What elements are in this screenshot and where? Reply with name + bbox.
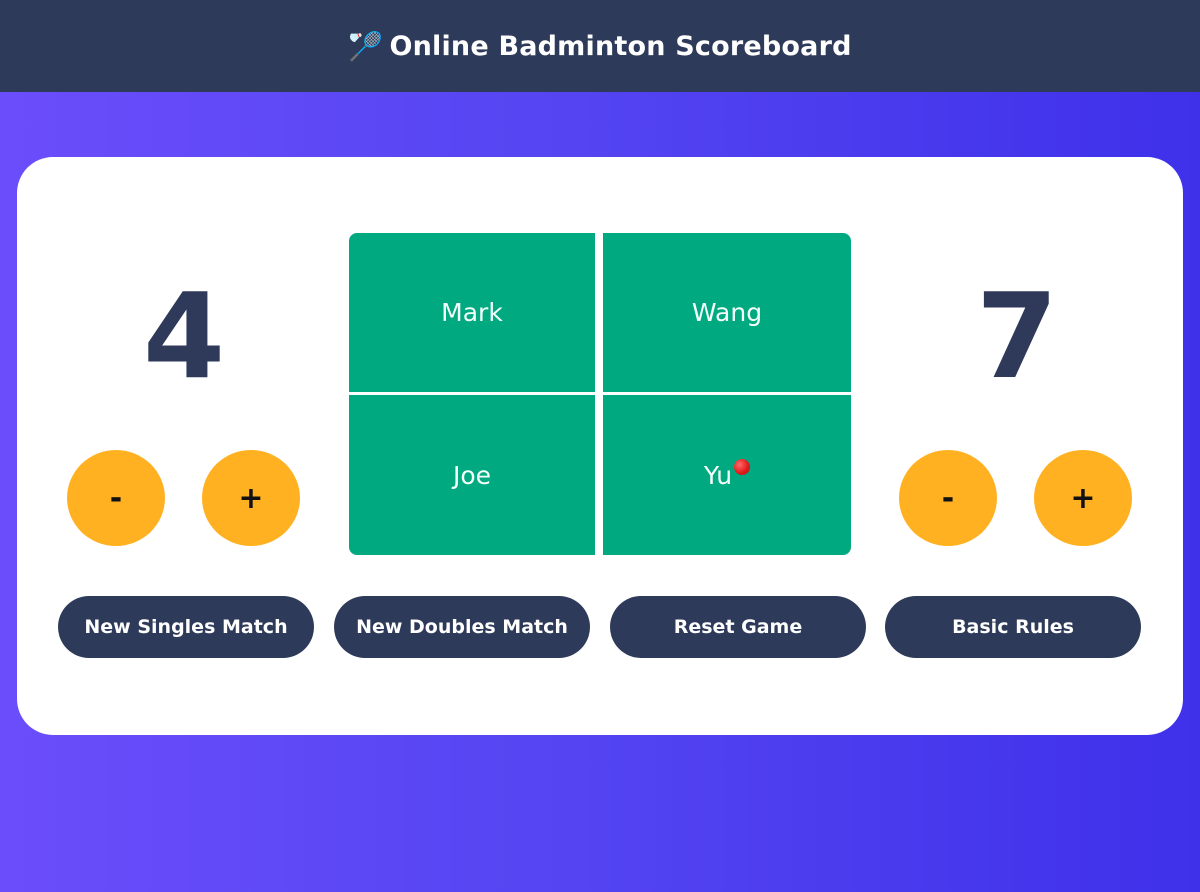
right-minus-button[interactable]: - (899, 450, 997, 546)
basic-rules-button[interactable]: Basic Rules (885, 596, 1141, 658)
new-singles-match-button[interactable]: New Singles Match (58, 596, 314, 658)
right-plus-button[interactable]: + (1034, 450, 1132, 546)
player-name: Mark (441, 298, 503, 327)
page-title: 🏸 Online Badminton Scoreboard (348, 30, 851, 63)
player-name: Yu (703, 460, 733, 490)
court-cell-top-left[interactable]: Mark (349, 233, 595, 392)
left-plus-button[interactable]: + (202, 450, 300, 546)
new-doubles-match-button[interactable]: New Doubles Match (334, 596, 590, 658)
reset-game-button[interactable]: Reset Game (610, 596, 866, 658)
serve-indicator-icon (734, 459, 751, 475)
left-score: 4 (142, 267, 226, 405)
court-grid: Mark Wang Joe Yu (349, 233, 851, 555)
player-name: Wang (691, 298, 763, 327)
left-minus-button[interactable]: - (67, 450, 165, 546)
court-cell-top-right[interactable]: Wang (603, 233, 851, 392)
page-title-text: Online Badminton Scoreboard (389, 30, 852, 62)
court-cell-bottom-left[interactable]: Joe (349, 395, 595, 555)
badminton-icon: 🏸 (348, 29, 384, 63)
scoreboard-panel: 4 - + Mark Wang Joe Yu 7 - + New Singles… (17, 157, 1183, 735)
right-score: 7 (975, 267, 1059, 405)
header-bar: 🏸 Online Badminton Scoreboard (0, 0, 1200, 92)
player-name: Joe (452, 460, 492, 490)
court-cell-bottom-right[interactable]: Yu (603, 395, 851, 555)
